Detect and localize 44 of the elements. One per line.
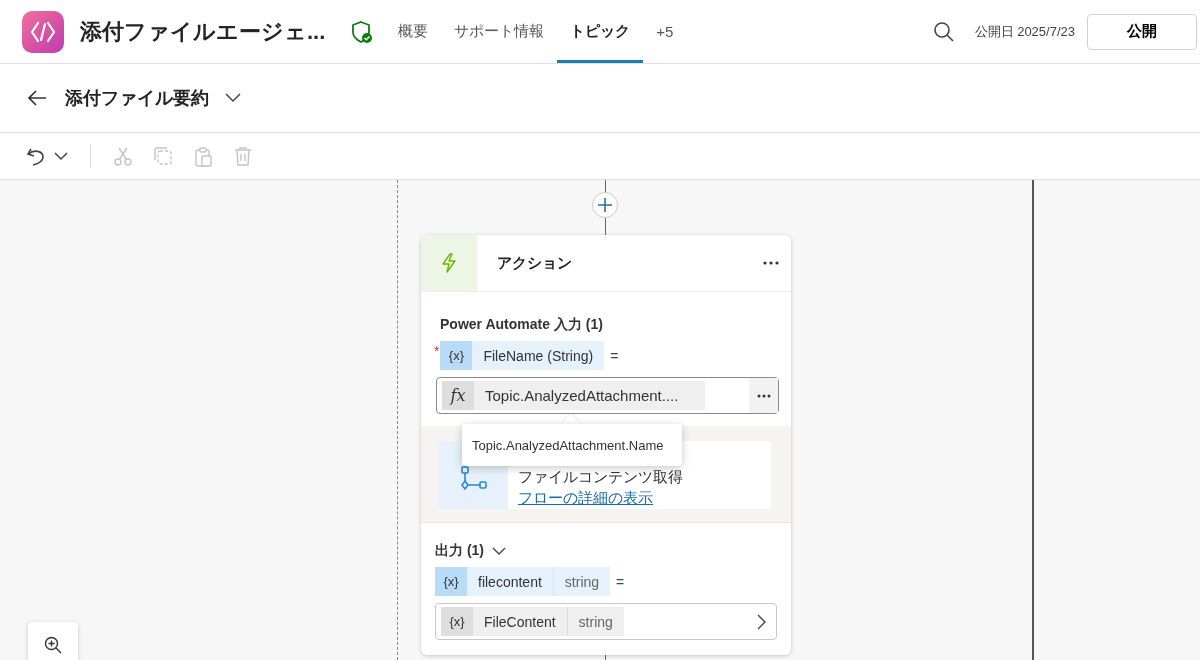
code-icon (30, 20, 56, 43)
publish-button[interactable]: 公開 (1087, 13, 1197, 50)
section-heading: 出力 (1) (435, 542, 484, 560)
search-icon[interactable] (932, 20, 955, 43)
variable-name: filecontent (477, 572, 543, 592)
variable-icon: {x} (435, 567, 467, 596)
chevron-down-icon[interactable] (54, 151, 68, 161)
zoom-in-button[interactable] (28, 622, 78, 660)
flow-name: ファイルコンテンツ取得 (518, 468, 683, 487)
nav-tab[interactable]: サポート情報 (441, 0, 558, 63)
more-icon (756, 393, 771, 398)
variable-icon: {x} (440, 341, 473, 370)
section-heading: Power Automate 入力 (1) (440, 316, 604, 334)
nav-tab[interactable]: +5 (643, 0, 687, 63)
equals-sign: = (610, 347, 619, 364)
nav-tab[interactable]: トピック (557, 0, 644, 63)
nav-tab[interactable]: 概要 (385, 0, 442, 63)
flow-details-link[interactable]: フローの詳細の表示 (518, 489, 683, 508)
chevron-down-icon[interactable] (492, 546, 506, 556)
zoom-in-icon (44, 636, 62, 654)
agent-name: 添付ファイルエージェ... (80, 17, 326, 46)
variable-name: FileContent (483, 612, 557, 632)
chevron-down-icon[interactable] (225, 93, 241, 103)
variable-type: string (566, 607, 624, 636)
tooltip: Topic.AnalyzedAttachment.Name (462, 424, 682, 466)
lightning-icon (441, 253, 457, 273)
output-field[interactable]: {x} FileContent string (435, 603, 777, 640)
plus-icon (598, 198, 612, 212)
formula-field[interactable]: fx Topic.AnalyzedAttachment.... (436, 377, 779, 414)
formula-value: Topic.AnalyzedAttachment.... (484, 386, 680, 406)
topic-title: 添付ファイル要約 (65, 87, 209, 110)
shield-check-icon (351, 19, 374, 44)
back-arrow-icon[interactable] (27, 89, 47, 107)
card-title: アクション (497, 253, 573, 273)
parameter-name: FileName (String) (482, 346, 595, 366)
variable-type: string (552, 567, 611, 596)
equals-sign: = (616, 573, 625, 590)
formula-icon: fx (442, 381, 474, 410)
published-date: 公開日 2025/7/23 (974, 22, 1075, 41)
add-node-button[interactable] (592, 192, 618, 218)
chevron-right-icon (757, 613, 766, 630)
required-mark: * (434, 344, 440, 358)
more-icon (763, 261, 779, 265)
variable-icon: {x} (441, 607, 473, 636)
